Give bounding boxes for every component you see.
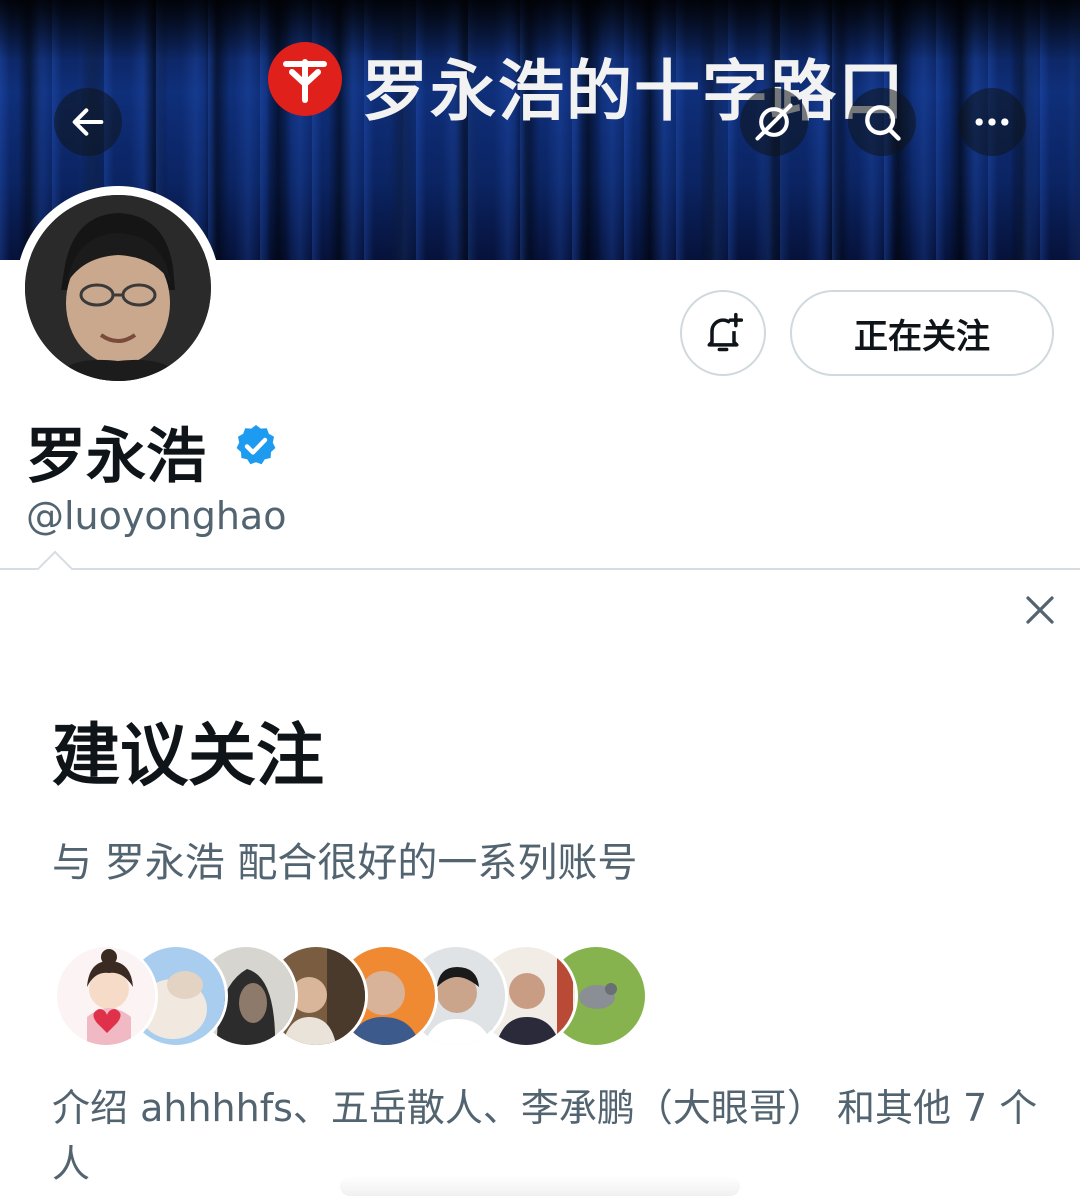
- red-circle-logo-icon: [268, 42, 342, 116]
- display-name: 罗永浩: [26, 422, 206, 492]
- profile-avatar[interactable]: [16, 186, 220, 390]
- back-arrow-icon: [72, 108, 104, 136]
- verified-badge-icon: [232, 422, 280, 470]
- back-button[interactable]: [54, 88, 122, 156]
- close-icon: [1026, 596, 1054, 624]
- close-suggestions-button[interactable]: [1014, 584, 1066, 636]
- notify-button[interactable]: [680, 290, 766, 376]
- banner-title: 罗永浩的十字路口: [362, 52, 906, 130]
- suggested-avatars: [54, 944, 654, 1050]
- suggestions-title: 建议关注: [52, 717, 325, 796]
- suggested-avatar[interactable]: [54, 944, 158, 1048]
- avatar: [25, 195, 211, 381]
- more-horizontal-icon: [975, 118, 1009, 126]
- search-button[interactable]: [848, 88, 916, 156]
- grok-icon: [755, 103, 793, 141]
- profile-handle: @luoyonghao: [26, 494, 287, 538]
- suggestions-subtitle: 与 罗永浩 配合很好的一系列账号: [52, 840, 638, 886]
- home-indicator: [340, 1176, 740, 1196]
- bell-plus-icon: [707, 312, 744, 352]
- following-button[interactable]: 正在关注: [790, 290, 1054, 376]
- search-icon: [865, 105, 901, 141]
- grok-button[interactable]: [740, 88, 808, 156]
- more-button[interactable]: [958, 88, 1026, 156]
